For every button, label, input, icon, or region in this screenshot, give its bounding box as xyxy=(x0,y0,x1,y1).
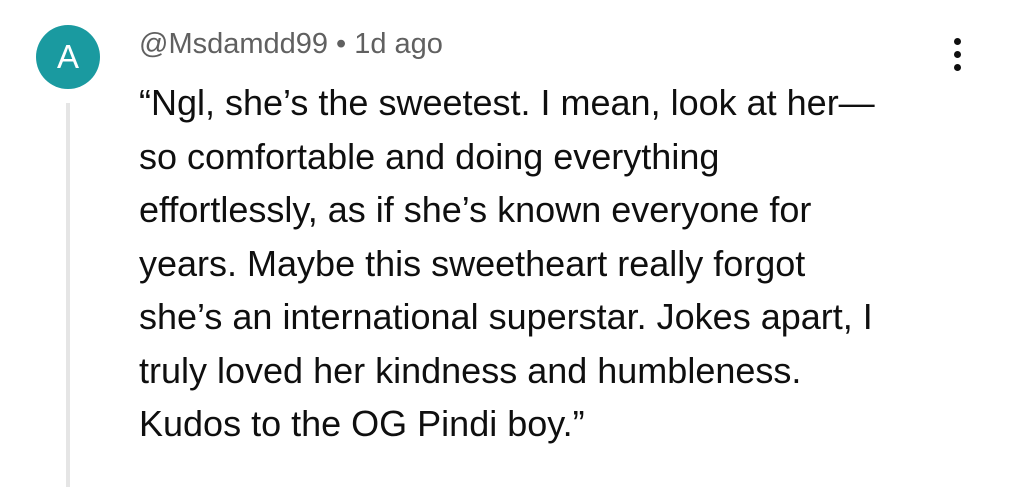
comment-line: truly loved her kindness and humbleness. xyxy=(139,349,802,391)
comment-item: A @Msdamdd99 • 1d ago “Ngl, she’s the swee… xyxy=(0,0,1024,487)
username-link[interactable]: @Msdamdd99 xyxy=(139,28,328,60)
comment-line: effortlessly, as if she’s known everyone… xyxy=(139,189,812,230)
comment-text: “Ngl, she’s the sweetest. I mean, look a… xyxy=(139,76,959,451)
separator-dot: • xyxy=(336,28,347,60)
avatar[interactable]: A xyxy=(36,25,100,89)
comment-line: she’s an international superstar. Jokes … xyxy=(139,296,873,337)
comment-line: so comfortable and doing everything xyxy=(139,135,720,177)
more-vertical-icon[interactable] xyxy=(935,32,979,76)
comment-header: @Msdamdd99 • 1d ago xyxy=(139,24,443,64)
menu-dot xyxy=(953,37,961,45)
comment-line: Kudos to the OG Pindi boy.” xyxy=(139,403,585,444)
comment-line: years. Maybe this sweetheart really forg… xyxy=(139,242,806,284)
comment-line: “Ngl, she’s the sweetest. I mean, look a… xyxy=(139,82,875,123)
thread-line xyxy=(66,103,70,487)
menu-dot xyxy=(953,50,961,58)
timestamp: 1d ago xyxy=(354,28,443,60)
menu-dot xyxy=(953,63,961,71)
